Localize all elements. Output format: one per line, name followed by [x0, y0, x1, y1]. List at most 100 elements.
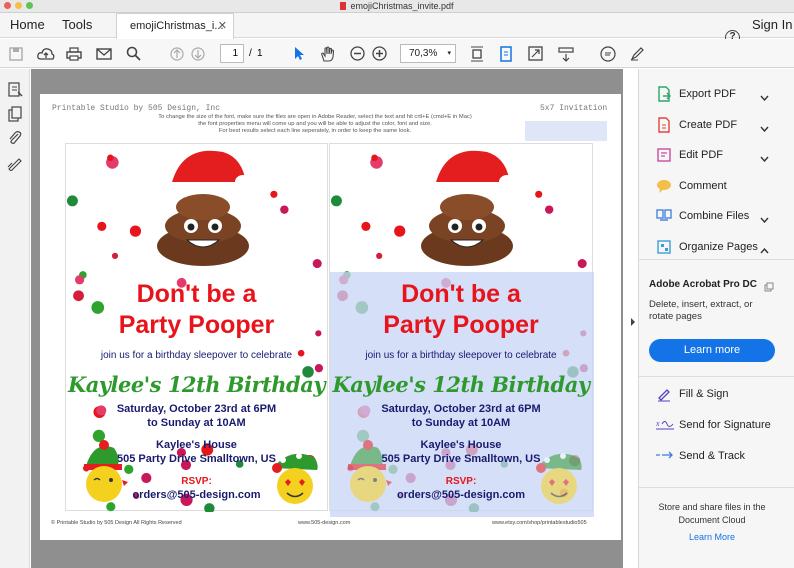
date-line-1: Saturday, October 23rd at 6PM	[116, 403, 277, 415]
instruction-line: For best results select each line sepera…	[218, 128, 412, 134]
instruction-line: To change the size of the font, make sur…	[158, 114, 472, 120]
confetti-dot	[97, 221, 107, 231]
panel-divider	[639, 487, 794, 488]
page-total: 1	[257, 48, 263, 59]
birthday-name: Kaylee's 12th Birthday	[332, 372, 590, 397]
highlight-pen-icon[interactable]	[627, 44, 647, 63]
form-field-highlight[interactable]	[525, 121, 607, 141]
organize-pages-icon	[656, 239, 672, 260]
copy-pages-icon[interactable]	[7, 106, 23, 127]
tool-fill-sign[interactable]: Fill & Sign	[639, 381, 794, 407]
date-line-2: to Sunday at 10AM	[147, 417, 246, 429]
toolbar: 1 / 1 70,3% ▾	[0, 39, 794, 68]
scrolling-mode-icon[interactable]	[467, 44, 487, 63]
select-tool-icon[interactable]	[289, 44, 309, 63]
confetti-dot	[394, 225, 406, 237]
tools-tab[interactable]: Tools	[62, 17, 92, 32]
chevron-up-icon[interactable]	[760, 241, 769, 259]
signatures-icon[interactable]	[7, 155, 23, 176]
email-icon[interactable]	[94, 44, 114, 63]
confetti-dot	[535, 190, 543, 198]
tool-combine-files[interactable]: Combine Files	[639, 203, 794, 229]
page-number-input[interactable]: 1	[220, 44, 244, 63]
invitation-card-right: Don't be a Party Pooper join us for a birt…	[329, 143, 594, 517]
confetti-dot	[371, 154, 378, 162]
close-window-button[interactable]	[4, 2, 11, 9]
tool-label: Send & Track	[679, 450, 746, 462]
headline-line-2: Party Pooper	[383, 311, 539, 339]
window-titlebar: emojiChristmas_invite.pdf	[0, 0, 794, 13]
elf-emoji-kiss-image	[338, 440, 398, 509]
tool-send-track[interactable]: Send & Track	[639, 443, 794, 469]
chevron-down-icon[interactable]	[760, 119, 769, 137]
tool-label: Comment	[679, 179, 727, 192]
learn-more-button[interactable]: Learn more	[649, 339, 775, 362]
tool-edit-pdf[interactable]: Edit PDF	[639, 142, 794, 168]
confetti-dot	[361, 221, 371, 231]
zoom-window-button[interactable]	[26, 2, 33, 9]
chevron-down-icon[interactable]	[760, 149, 769, 167]
svg-text:x: x	[656, 419, 660, 428]
tool-label: Send for Signature	[679, 419, 771, 431]
comment-tool-icon[interactable]	[598, 44, 618, 63]
pdf-footer-left: © Printable Studio by 505 Design All Rig…	[51, 520, 182, 526]
date-line-1: Saturday, October 23rd at 6PM	[381, 403, 541, 415]
pdf-instructions: To change the size of the font, make sur…	[95, 114, 535, 135]
window-controls	[4, 2, 33, 9]
tool-label: Create PDF	[679, 118, 738, 131]
confetti-dot	[204, 503, 215, 512]
search-icon[interactable]	[123, 44, 143, 63]
tool-label: Combine Files	[679, 210, 750, 222]
page-separator: /	[249, 48, 252, 59]
attachments-icon[interactable]	[7, 130, 23, 151]
read-mode-icon[interactable]	[556, 44, 576, 63]
zoom-out-icon[interactable]	[347, 44, 367, 63]
zoom-level-select[interactable]: 70,3% ▾	[400, 44, 456, 63]
pin-icon[interactable]	[764, 279, 774, 297]
pdf-footer-right: www.etsy.com/shop/printablestudio505	[492, 520, 587, 526]
document-viewer[interactable]: Printable Studio by 505 Design, Inc 5x7 …	[31, 69, 623, 568]
confetti-dot	[111, 252, 119, 259]
confetti-dot	[129, 225, 142, 237]
tool-label: Fill & Sign	[679, 388, 729, 400]
sign-in-link[interactable]: Sign In	[752, 17, 792, 32]
export-pdf-icon	[656, 86, 672, 107]
page-view-icon[interactable]	[496, 44, 516, 63]
pdf-header-right: 5x7 Invitation	[540, 104, 608, 113]
tool-comment[interactable]: Comment	[639, 173, 794, 199]
poop-emoji-santa-hat-image	[415, 144, 515, 272]
zoom-in-icon[interactable]	[369, 44, 389, 63]
chevron-down-icon[interactable]	[760, 210, 769, 228]
tool-organize-pages[interactable]: Organize Pages	[639, 234, 794, 260]
upload-cloud-icon[interactable]	[36, 44, 56, 63]
tool-label: Export PDF	[679, 88, 736, 100]
tool-export-pdf[interactable]: Export PDF	[639, 81, 794, 107]
previous-page-icon[interactable]	[167, 44, 187, 63]
tool-create-pdf[interactable]: Create PDF	[639, 112, 794, 138]
save-icon[interactable]	[6, 44, 26, 63]
comment-icon	[656, 178, 672, 199]
print-icon[interactable]	[64, 44, 84, 63]
cloud-learn-more-link[interactable]: Learn More	[649, 532, 775, 542]
home-tab[interactable]: Home	[10, 17, 45, 32]
minimize-window-button[interactable]	[15, 2, 22, 9]
right-panel-toggle-icon[interactable]	[629, 314, 637, 326]
close-tab-icon[interactable]: ✕	[218, 19, 227, 32]
full-screen-icon[interactable]	[525, 44, 545, 63]
document-tab-title: emojiChristmas_i...	[130, 20, 224, 32]
tool-label: Organize Pages	[679, 240, 758, 253]
page-thumbnails-icon[interactable]	[7, 82, 23, 103]
tool-send-for-signature[interactable]: x Send for Signature	[639, 412, 794, 438]
pdf-file-icon	[340, 2, 347, 10]
tools-panel: Export PDF Create PDF Edit PDF Comment Combi…	[638, 69, 794, 568]
chevron-down-icon[interactable]	[760, 88, 769, 106]
headline-line-1: Don't be a	[401, 280, 521, 308]
promo-text: Delete, insert, extract, or rotate pages	[649, 299, 753, 322]
hand-tool-icon[interactable]	[318, 44, 338, 63]
confetti-dot	[270, 190, 278, 198]
invite-text: join us for a birthday sleepover to cele…	[365, 350, 557, 361]
next-page-icon[interactable]	[188, 44, 208, 63]
document-tab[interactable]: emojiChristmas_i... ✕	[116, 13, 234, 39]
fill-sign-icon	[656, 386, 672, 407]
invitation-card-left: Don't be a Party Pooper join us for a birt…	[65, 143, 328, 512]
